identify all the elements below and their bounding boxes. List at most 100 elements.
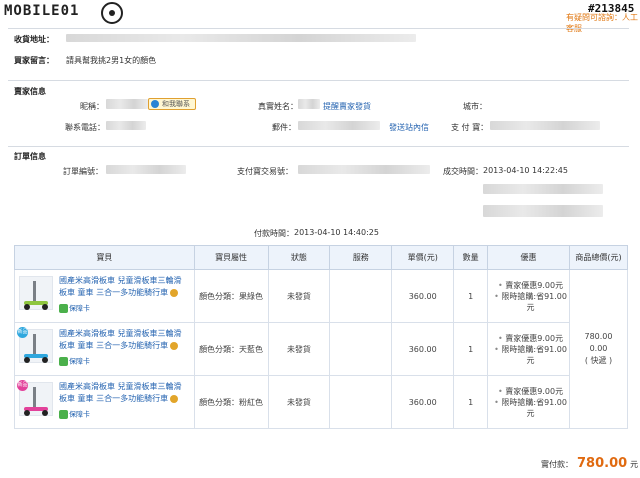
table-row: 新品 國產米高滑板車 兒童滑板車三輪滑板車 童車 三合一多功能騎行車 保障卡 顏… (14, 322, 628, 376)
nickname-label: 昵稱： (80, 102, 104, 111)
deal-time-value: 2013-04-10 14:22:45 (483, 166, 568, 175)
price-cell: 360.00 (391, 322, 455, 376)
promo-seller: 賣家優惠9.00元 (505, 280, 564, 290)
extra-redacted-2 (483, 205, 603, 217)
message-value: 請具幫我挑2男1女的顏色 (66, 56, 157, 65)
order-items-table: 寶貝 寶貝屬性 狀態 服務 單價(元) 數量 優惠 商品總價(元) 國產米高滑板… (14, 245, 629, 429)
col-header-qty: 數量 (453, 245, 489, 270)
guarantee-card[interactable]: 保障卡 (59, 304, 90, 314)
col-header-status: 狀態 (267, 245, 331, 270)
deal-time-label: 成交時間： (443, 167, 483, 176)
nickname-redacted (106, 99, 148, 109)
order-no-redacted (106, 165, 186, 174)
medal-icon (170, 341, 179, 350)
order-heading: 訂單信息 (14, 152, 46, 161)
paid-unit: 元 (630, 460, 639, 469)
guarantee-card[interactable]: 保障卡 (59, 410, 90, 420)
phone-redacted (106, 121, 146, 130)
message-label: 買家留言： (14, 56, 54, 65)
guarantee-icon (59, 304, 68, 313)
guarantee-icon (59, 357, 68, 366)
medal-icon (170, 394, 179, 403)
promo-flash: 限時搶購:省91.00元 (501, 397, 567, 418)
qty-cell: 1 (453, 269, 489, 323)
paid-amount: 780.00 (577, 456, 628, 471)
email-redacted (298, 121, 380, 130)
address-label: 收貨地址： (14, 35, 54, 44)
guarantee-icon (59, 410, 68, 419)
col-header-attr: 寶貝屬性 (193, 245, 269, 270)
goods-total: 780.00 (584, 332, 613, 341)
product-thumbnail[interactable]: 新品 (17, 380, 53, 416)
extra-redacted-1 (483, 184, 603, 194)
table-header-row: 寶貝 寶貝屬性 狀態 服務 單價(元) 數量 優惠 商品總價(元) (14, 245, 629, 270)
price-cell: 360.00 (391, 375, 455, 429)
promo-cell: • 賣家優惠9.00元 • 限時搶購:省91.00元 (487, 269, 570, 323)
product-title[interactable]: 國產米高滑板車 兒童滑板車三輪滑板車 童車 三合一多功能騎行車 (59, 329, 182, 350)
service-cell (329, 269, 393, 323)
status-cell: 未發貨 (268, 375, 331, 429)
guarantee-label: 保障卡 (69, 357, 90, 366)
attr-cell: 顏色分類：粉紅色 (194, 375, 269, 429)
attr-cell: 顏色分類：果綠色 (194, 269, 269, 323)
status-cell: 未發貨 (268, 322, 331, 376)
guarantee-label: 保障卡 (69, 410, 90, 419)
trade-no-label: 支付寶交易號： (237, 167, 293, 176)
realname-label: 真實姓名： (258, 102, 298, 111)
promo-cell: • 賣家優惠9.00元 • 限時搶購:省91.00元 (487, 375, 570, 429)
guarantee-label: 保障卡 (69, 304, 90, 313)
divider-seller (8, 80, 629, 81)
service-cell (329, 375, 393, 429)
promo-flash: 限時搶購:省91.00元 (501, 344, 567, 365)
product-title-link[interactable]: 國產米高滑板車 兒童滑板車三輪滑板車 童車 三合一多功能騎行車 (59, 328, 187, 352)
col-header-item: 寶貝 (14, 245, 195, 270)
shipping-method: ( 快遞 ) (584, 356, 613, 365)
guarantee-card[interactable]: 保障卡 (59, 357, 90, 367)
pay-time-value: 2013-04-10 14:40:25 (294, 228, 379, 237)
promo-seller: 賣家優惠9.00元 (505, 386, 564, 396)
remind-ship-link[interactable]: 提醒賣家發貨 (323, 101, 371, 112)
divider-order (8, 146, 629, 147)
alipay-label: 支 付 寶： (451, 123, 489, 132)
table-row: 新品 國產米高滑板車 兒童滑板車三輪滑板車 童車 三合一多功能騎行車 保障卡 顏… (14, 375, 628, 429)
site-logo[interactable]: MOBILE01 (4, 3, 79, 19)
support-prefix: 有疑問可諮詢： (566, 13, 622, 22)
paid-label: 實付款： (541, 460, 573, 469)
seller-heading: 賣家信息 (14, 87, 46, 96)
goods-total-cell: 780.00 0.00 ( 快遞 ) (569, 269, 629, 429)
paid-total: 實付款： 780.00 元 (541, 456, 638, 471)
new-badge: 新品 (17, 380, 28, 391)
product-thumbnail[interactable]: 新品 (17, 327, 53, 363)
medal-icon (170, 288, 179, 297)
col-header-promo: 優惠 (487, 245, 570, 270)
item-cell: 新品 國產米高滑板車 兒童滑板車三輪滑板車 童車 三合一多功能騎行車 保障卡 (14, 322, 195, 376)
col-header-price: 單價(元) (391, 245, 455, 270)
address-redacted (66, 34, 416, 42)
product-title[interactable]: 國產米高滑板車 兒童滑板車三輪滑板車 童車 三合一多功能騎行車 (59, 276, 182, 297)
alipay-redacted (490, 121, 600, 130)
qty-cell: 1 (453, 322, 489, 376)
send-message-link[interactable]: 發送站內信 (389, 122, 429, 133)
item-cell: 新品 國產米高滑板車 兒童滑板車三輪滑板車 童車 三合一多功能騎行車 保障卡 (14, 375, 195, 429)
qty-cell: 1 (453, 375, 489, 429)
table-row: 國產米高滑板車 兒童滑板車三輪滑板車 童車 三合一多功能騎行車 保障卡 顏色分類… (14, 269, 629, 429)
city-label: 城市： (463, 102, 487, 111)
support-link[interactable]: 有疑問可諮詢：人工客服 (566, 12, 640, 34)
attr-cell: 顏色分類：天藍色 (194, 322, 269, 376)
product-title[interactable]: 國產米高滑板車 兒童滑板車三輪滑板車 童車 三合一多功能騎行車 (59, 382, 182, 403)
product-title-link[interactable]: 國產米高滑板車 兒童滑板車三輪滑板車 童車 三合一多功能騎行車 (59, 381, 187, 405)
product-thumbnail[interactable] (19, 276, 53, 310)
contact-seller-button[interactable]: 和我聯系 (148, 98, 196, 110)
promo-flash: 限時搶購:省91.00元 (501, 291, 567, 312)
col-header-total: 商品總價(元) (568, 245, 629, 270)
price-cell: 360.00 (391, 269, 455, 323)
order-no-label: 訂單編號： (63, 167, 103, 176)
item-cell: 國產米高滑板車 兒童滑板車三輪滑板車 童車 三合一多功能騎行車 保障卡 (14, 269, 195, 323)
status-cell: 未發貨 (268, 269, 331, 323)
trade-no-redacted (298, 165, 430, 174)
realname-redacted (298, 99, 320, 109)
promo-seller: 賣家優惠9.00元 (505, 333, 564, 343)
product-title-link[interactable]: 國產米高滑板車 兒童滑板車三輪滑板車 童車 三合一多功能騎行車 (59, 275, 187, 299)
email-label: 郵件： (272, 123, 296, 132)
phone-label: 聯系電話： (65, 123, 105, 132)
